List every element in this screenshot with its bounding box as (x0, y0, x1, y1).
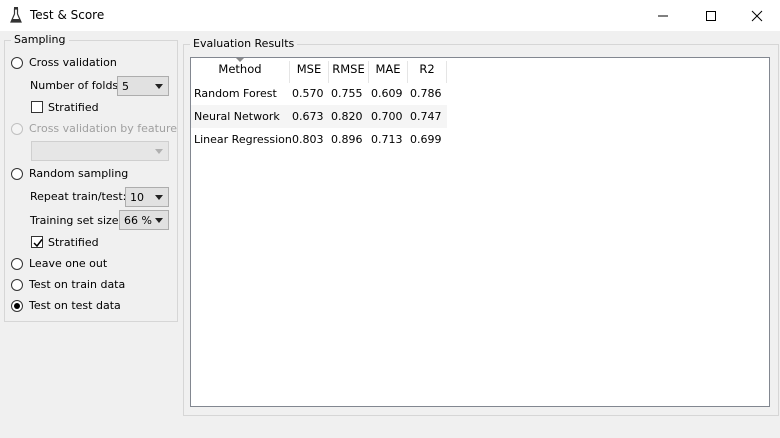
repeat-train-test-select[interactable]: 10 (125, 187, 169, 207)
sampling-legend: Sampling (11, 33, 69, 46)
cell-mae: 0.609 (371, 87, 403, 100)
maximize-icon (706, 11, 716, 21)
cell-mse: 0.803 (292, 133, 324, 146)
cell-r2: 0.699 (410, 133, 442, 146)
cell-rmse: 0.820 (331, 110, 363, 123)
feature-select[interactable] (31, 141, 169, 161)
leave-one-out-radio[interactable] (11, 258, 23, 270)
stratified-cv-label: Stratified (48, 101, 99, 114)
test-on-test-label: Test on test data (29, 299, 121, 312)
column-header-rmse[interactable]: RMSE (329, 62, 368, 82)
stratified-rs-label: Stratified (48, 236, 99, 249)
column-header-method[interactable]: Method (191, 62, 289, 82)
cross-validation-label: Cross validation (29, 56, 117, 69)
cell-method: Neural Network (194, 110, 280, 123)
cell-rmse: 0.755 (331, 87, 363, 100)
repeat-train-test-value: 10 (130, 191, 144, 204)
title-bar: Test & Score (0, 0, 780, 31)
minimize-icon (658, 15, 668, 17)
stratified-rs-checkbox[interactable] (31, 236, 43, 248)
repeat-train-test-label: Repeat train/test: (30, 190, 127, 203)
column-header-mse[interactable]: MSE (290, 62, 328, 82)
cell-mae: 0.713 (371, 133, 403, 146)
chevron-down-icon (155, 149, 163, 154)
number-of-folds-select[interactable]: 5 (117, 76, 169, 96)
number-of-folds-value: 5 (122, 80, 129, 93)
chevron-down-icon (155, 218, 163, 223)
stratified-cv-checkbox[interactable] (31, 101, 43, 113)
training-set-size-value: 66 % (124, 214, 152, 227)
training-set-size-select[interactable]: 66 % (119, 210, 169, 230)
cross-validation-radio[interactable] (11, 57, 23, 69)
cell-mse: 0.673 (292, 110, 324, 123)
training-set-size-label: Training set size: (30, 214, 123, 227)
test-on-test-radio[interactable] (11, 300, 23, 312)
evaluation-results-legend: Evaluation Results (190, 37, 298, 50)
minimize-button[interactable] (640, 0, 686, 31)
cell-mae: 0.700 (371, 110, 403, 123)
cell-mse: 0.570 (292, 87, 324, 100)
cell-method: Linear Regression (194, 133, 292, 146)
app-flask-icon (10, 7, 22, 23)
number-of-folds-label: Number of folds: (30, 79, 122, 92)
close-icon (751, 10, 763, 22)
maximize-button[interactable] (688, 0, 734, 31)
window-title: Test & Score (30, 8, 105, 22)
column-header-mae[interactable]: MAE (369, 62, 407, 82)
leave-one-out-label: Leave one out (29, 257, 108, 270)
column-header-r2[interactable]: R2 (408, 62, 446, 82)
random-sampling-label: Random sampling (29, 167, 129, 180)
chevron-down-icon (155, 84, 163, 89)
cell-r2: 0.747 (410, 110, 442, 123)
column-divider (446, 61, 447, 83)
test-on-train-label: Test on train data (29, 278, 126, 291)
cell-rmse: 0.896 (331, 133, 363, 146)
checkmark-icon (33, 239, 43, 248)
cv-by-feature-label: Cross validation by feature (29, 122, 178, 135)
cv-by-feature-radio[interactable] (11, 123, 23, 135)
cell-r2: 0.786 (410, 87, 442, 100)
test-on-train-radio[interactable] (11, 279, 23, 291)
chevron-down-icon (155, 195, 163, 200)
random-sampling-radio[interactable] (11, 168, 23, 180)
close-button[interactable] (734, 0, 780, 31)
status-bar (0, 430, 780, 438)
cell-method: Random Forest (194, 87, 277, 100)
